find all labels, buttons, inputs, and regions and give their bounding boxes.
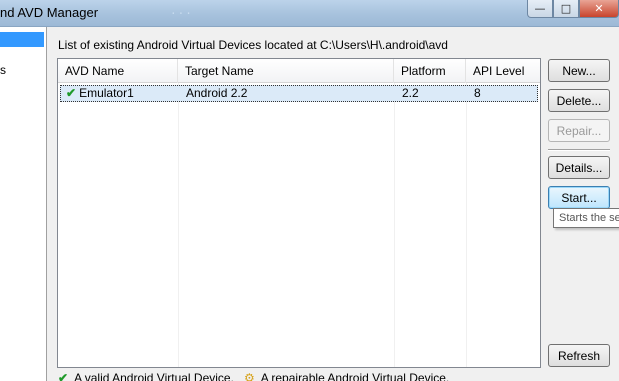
target-name-cell: Android 2.2	[186, 86, 248, 100]
avd-name-cell: ✔ Emulator1	[66, 86, 134, 101]
column-header-avd-name[interactable]: AVD Name	[58, 59, 178, 83]
delete-button[interactable]: Delete...	[548, 89, 610, 112]
repair-button[interactable]: Repair...	[548, 119, 610, 142]
maximize-button[interactable]: □	[553, 0, 579, 18]
avd-list-label: List of existing Android Virtual Devices…	[58, 38, 448, 52]
start-tooltip: Starts the se	[553, 208, 619, 228]
sidebar-item-label[interactable]: s	[0, 63, 6, 77]
window-controls: — □ ✕	[527, 0, 619, 20]
legend-repairable-label: A repairable Android Virtual Device.	[260, 371, 450, 381]
title-ghost-text: ...	[170, 6, 193, 18]
window-title: nd AVD Manager	[0, 5, 99, 20]
close-button[interactable]: ✕	[579, 0, 619, 18]
sidebar-selected-item[interactable]	[0, 32, 44, 47]
new-button[interactable]: New...	[548, 59, 610, 82]
check-icon: ✔	[66, 86, 77, 100]
table-header: AVD Name Target Name Platform API Level	[58, 59, 540, 83]
refresh-button[interactable]: Refresh	[548, 344, 610, 367]
button-separator	[548, 149, 610, 151]
legend-valid-label: A valid Android Virtual Device.	[74, 371, 234, 381]
table-row[interactable]: ✔ Emulator1 Android 2.2 2.2 8	[60, 85, 538, 102]
column-divider	[178, 83, 179, 367]
column-header-api-level[interactable]: API Level	[466, 59, 540, 83]
start-button[interactable]: Start...	[548, 186, 610, 209]
details-button[interactable]: Details...	[548, 156, 610, 179]
minimize-button[interactable]: —	[527, 0, 553, 18]
avd-table[interactable]: AVD Name Target Name Platform API Level …	[57, 58, 541, 368]
column-header-platform[interactable]: Platform	[394, 59, 466, 83]
column-header-target-name[interactable]: Target Name	[178, 59, 394, 83]
platform-cell: 2.2	[402, 86, 419, 100]
column-divider	[466, 83, 467, 367]
check-icon: ✔	[58, 371, 69, 381]
title-bar: nd AVD Manager ... — □ ✕	[0, 0, 619, 27]
sidebar-panel: s	[0, 27, 47, 381]
column-divider	[394, 83, 395, 367]
wrench-icon: ⚙	[243, 371, 255, 381]
api-level-cell: 8	[474, 86, 481, 100]
avd-name: Emulator1	[79, 86, 134, 100]
status-legend: ✔ A valid Android Virtual Device. ⚙ A re…	[58, 371, 449, 381]
